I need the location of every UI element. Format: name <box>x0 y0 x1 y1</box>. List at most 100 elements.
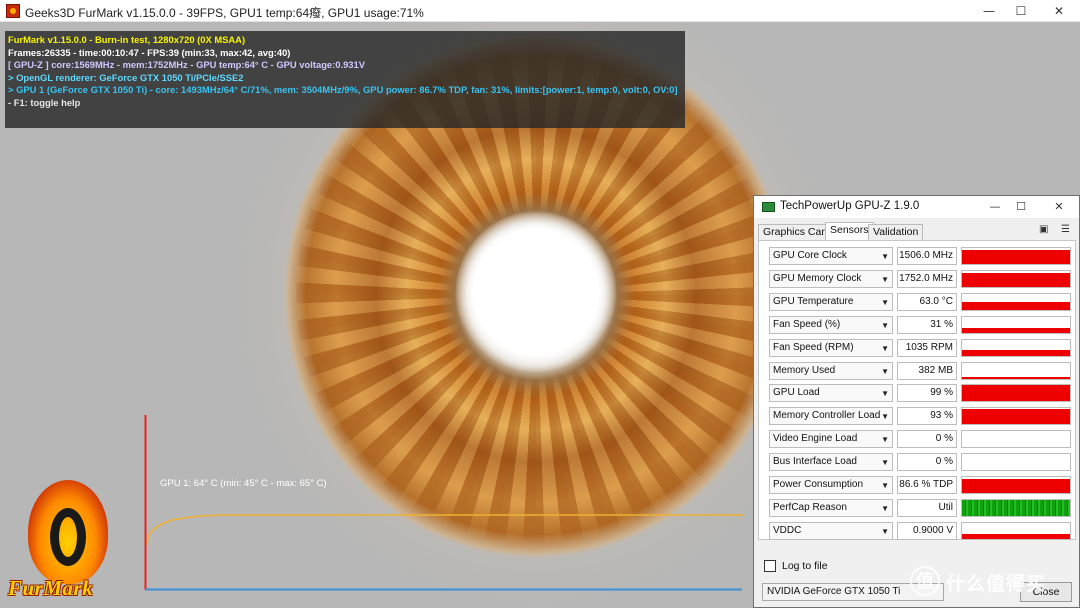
chevron-down-icon: ▼ <box>881 274 889 284</box>
sensor-name-dropdown[interactable]: Video Engine Load ▼ <box>769 430 893 449</box>
sensor-name: GPU Core Clock <box>773 250 847 261</box>
camera-icon[interactable]: ▣ <box>1039 224 1048 235</box>
perfcap-bar <box>962 499 1070 516</box>
sensor-name: GPU Temperature <box>773 295 854 307</box>
sensor-name: Fan Speed (%) <box>773 318 841 330</box>
sensor-value: 99 % <box>897 384 957 403</box>
sensor-name: Fan Speed (RPM) <box>773 341 854 353</box>
sensor-graph <box>961 384 1071 403</box>
sensor-value: 382 MB <box>897 361 957 380</box>
sensor-name: GPU Memory Clock <box>773 272 862 284</box>
sensor-row: GPU Temperature ▼ 63.0 °C <box>765 292 1071 311</box>
overlay-line-renderer: > OpenGL renderer: GeForce GTX 1050 Ti/P… <box>8 71 244 83</box>
sensor-row: Bus Interface Load ▼ 0 % <box>765 453 1071 472</box>
overlay-line-gpuz: [ GPU-Z ] core:1569MHz - mem:1752MHz - G… <box>8 59 365 71</box>
gpuz-window: TechPowerUp GPU-Z 1.9.0 — ☐ ✕ Graphics C… <box>753 195 1080 608</box>
logo-zero-mark <box>50 508 86 566</box>
sensor-graph <box>961 521 1071 540</box>
sensor-graph <box>961 292 1071 311</box>
sensor-name-dropdown[interactable]: Memory Used ▼ <box>769 361 893 380</box>
sensor-graph-fill <box>962 533 1070 539</box>
sensor-name-dropdown[interactable]: GPU Memory Clock ▼ <box>769 269 893 288</box>
close-button[interactable]: ✕ <box>1036 0 1080 22</box>
sensor-name-dropdown[interactable]: PerfCap Reason ▼ <box>769 498 893 517</box>
sensor-name: Memory Controller Load <box>773 410 881 422</box>
overlay-line-title: FurMark v1.15.0.0 - Burn-in test, 1280x7… <box>8 34 246 45</box>
overlay-line-gpu1: > GPU 1 (GeForce GTX 1050 Ti) - core: 14… <box>8 84 678 96</box>
furmark-info-overlay: FurMark v1.15.0.0 - Burn-in test, 1280x7… <box>5 31 685 128</box>
sensor-name: Video Engine Load <box>773 433 858 445</box>
menu-icon[interactable]: ☰ <box>1061 224 1070 235</box>
sensor-name-dropdown[interactable]: Power Consumption ▼ <box>769 476 893 494</box>
tab-sensors[interactable]: Sensors <box>825 222 874 241</box>
sensor-name-dropdown[interactable]: Bus Interface Load ▼ <box>769 453 893 472</box>
sensor-graph-fill <box>962 409 1070 425</box>
chevron-down-icon: ▼ <box>881 435 889 445</box>
sensor-graph-fill <box>962 385 1070 402</box>
watermark-badge: 值 <box>910 566 940 596</box>
furmark-titlebar: Geeks3D FurMark v1.15.0.0 - 39FPS, GPU1 … <box>0 0 1080 22</box>
chevron-down-icon: ▼ <box>881 458 889 468</box>
sensor-graph-fill <box>962 327 1070 333</box>
sensor-graph-fill <box>962 479 1070 493</box>
sensor-row: Video Engine Load ▼ 0 % <box>765 430 1071 449</box>
chevron-down-icon: ▼ <box>881 389 889 399</box>
sensor-name: Power Consumption <box>773 479 864 490</box>
sensor-name: Bus Interface Load <box>773 456 857 468</box>
sensor-graph <box>961 498 1071 517</box>
chevron-down-icon: ▼ <box>881 412 889 422</box>
overlay-line-frames: Frames:26335 - time:00:10:47 - FPS:39 (m… <box>8 46 291 58</box>
sensor-name-dropdown[interactable]: GPU Core Clock ▼ <box>769 247 893 265</box>
sensor-graph-fill <box>962 301 1070 310</box>
gpuz-tab-bar: Graphics Card Sensors Validation ▣ ☰ <box>758 222 1076 241</box>
sensor-value: 1506.0 MHz <box>897 247 957 265</box>
log-to-file-checkbox[interactable] <box>764 560 776 572</box>
chevron-down-icon: ▼ <box>881 343 889 353</box>
sensor-row: Memory Controller Load ▼ 93 % <box>765 407 1071 426</box>
sensor-value: 63.0 °C <box>897 292 957 311</box>
sensor-value: 0 % <box>897 430 957 449</box>
chevron-down-icon: ▼ <box>881 297 889 307</box>
sensor-name: VDDC <box>773 524 802 536</box>
furmark-app-icon <box>6 4 20 18</box>
gpuz-titlebar: TechPowerUp GPU-Z 1.9.0 — ☐ ✕ <box>754 196 1079 218</box>
sensor-name: GPU Load <box>773 387 820 399</box>
furmark-logo: FurMark <box>6 480 130 600</box>
gpuz-window-title: TechPowerUp GPU-Z 1.9.0 <box>780 200 920 212</box>
sensor-graph <box>961 407 1071 426</box>
tab-validation[interactable]: Validation <box>868 224 924 240</box>
sensor-name-dropdown[interactable]: Memory Controller Load ▼ <box>769 407 893 426</box>
sensor-row: Fan Speed (RPM) ▼ 1035 RPM <box>765 338 1071 357</box>
sensor-name-dropdown[interactable]: Fan Speed (RPM) ▼ <box>769 338 893 357</box>
sensor-row: VDDC ▼ 0.9000 V <box>765 521 1071 540</box>
sensor-row: PerfCap Reason ▼ Util <box>765 498 1071 517</box>
sensor-name-dropdown[interactable]: VDDC ▼ <box>769 521 893 540</box>
sensor-value: 1752.0 MHz <box>897 269 957 288</box>
sensor-graph <box>961 269 1071 288</box>
chevron-down-icon: ▼ <box>881 526 889 536</box>
chevron-down-icon: ▼ <box>881 366 889 376</box>
sensor-graph <box>961 315 1071 334</box>
sensor-graph <box>961 247 1071 265</box>
gpuz-app-icon <box>762 202 775 212</box>
gpuz-maximize-button[interactable]: ☐ <box>1006 196 1036 218</box>
fur-donut-center <box>456 212 616 372</box>
sensor-row: Fan Speed (%) ▼ 31 % <box>765 315 1071 334</box>
sensor-name-dropdown[interactable]: GPU Temperature ▼ <box>769 292 893 311</box>
sensor-value: 86.6 % TDP <box>897 476 957 494</box>
sensor-name: Memory Used <box>773 364 836 376</box>
sensor-name-dropdown[interactable]: Fan Speed (%) ▼ <box>769 315 893 334</box>
gpuz-close-button[interactable]: ✕ <box>1044 196 1074 218</box>
sensor-graph-fill <box>962 250 1070 264</box>
chevron-down-icon: ▼ <box>881 252 889 261</box>
overlay-line-help: - F1: toggle help <box>8 96 81 108</box>
sensor-value: 93 % <box>897 407 957 426</box>
chevron-down-icon: ▼ <box>881 320 889 330</box>
sensor-graph <box>961 361 1071 380</box>
sensor-graph-fill <box>962 349 1070 356</box>
graph-temperature-label: GPU 1: 64° C (min: 45° C - max: 65° C) <box>160 478 327 489</box>
sensor-value: 0.9000 V <box>897 521 957 540</box>
sensor-name-dropdown[interactable]: GPU Load ▼ <box>769 384 893 403</box>
furmark-logo-text: FurMark <box>8 576 94 600</box>
sensor-row: GPU Core Clock ▼ 1506.0 MHz <box>765 247 1071 265</box>
